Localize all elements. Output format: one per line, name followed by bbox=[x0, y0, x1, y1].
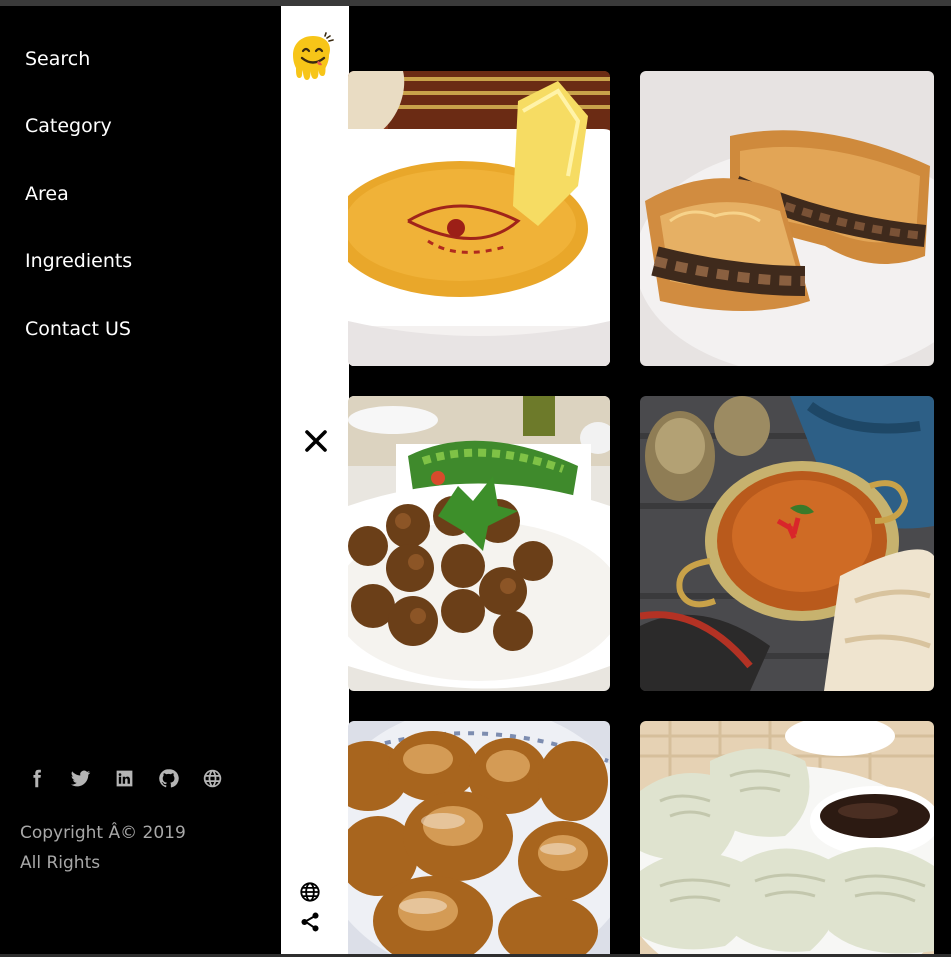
menu-toggle-strip bbox=[281, 6, 349, 954]
nav-item-search[interactable]: Search bbox=[25, 48, 90, 70]
meal-image bbox=[640, 721, 934, 957]
linkedin-icon[interactable] bbox=[112, 766, 136, 790]
copyright-text: Copyright Â© 2019 All Rights bbox=[20, 818, 260, 878]
meal-card-falafel[interactable] bbox=[348, 396, 610, 691]
meal-card-dumplings[interactable] bbox=[640, 721, 934, 957]
nav-item-ingredients[interactable]: Ingredients bbox=[25, 250, 132, 272]
copyright-line: Copyright Â© 2019 bbox=[20, 823, 186, 843]
meal-card-lentil-soup[interactable] bbox=[348, 71, 610, 366]
nav-item-contact[interactable]: Contact US bbox=[25, 318, 131, 340]
yummy-face-logo[interactable] bbox=[289, 32, 337, 88]
social-links bbox=[24, 766, 244, 790]
meal-card-borek[interactable] bbox=[640, 71, 934, 366]
nav-item-category[interactable]: Category bbox=[25, 115, 112, 137]
globe-icon[interactable] bbox=[299, 881, 321, 903]
facebook-icon[interactable] bbox=[24, 766, 48, 790]
globe-icon[interactable] bbox=[200, 766, 224, 790]
nav-item-area[interactable]: Area bbox=[25, 183, 69, 205]
meal-image bbox=[348, 396, 610, 691]
meal-image bbox=[640, 71, 934, 366]
meal-image bbox=[640, 396, 934, 691]
twitter-icon[interactable] bbox=[68, 766, 92, 790]
share-icon[interactable] bbox=[299, 911, 321, 933]
close-icon[interactable] bbox=[302, 427, 330, 455]
github-icon[interactable] bbox=[156, 766, 180, 790]
meal-image bbox=[348, 71, 610, 366]
meal-card-tomato-soup[interactable] bbox=[640, 396, 934, 691]
meal-card-fried-dough[interactable] bbox=[348, 721, 610, 957]
meal-image bbox=[348, 721, 610, 957]
rights-line: All Rights bbox=[20, 853, 101, 873]
side-menu: Search Category Area Ingredients Contact… bbox=[0, 6, 281, 954]
